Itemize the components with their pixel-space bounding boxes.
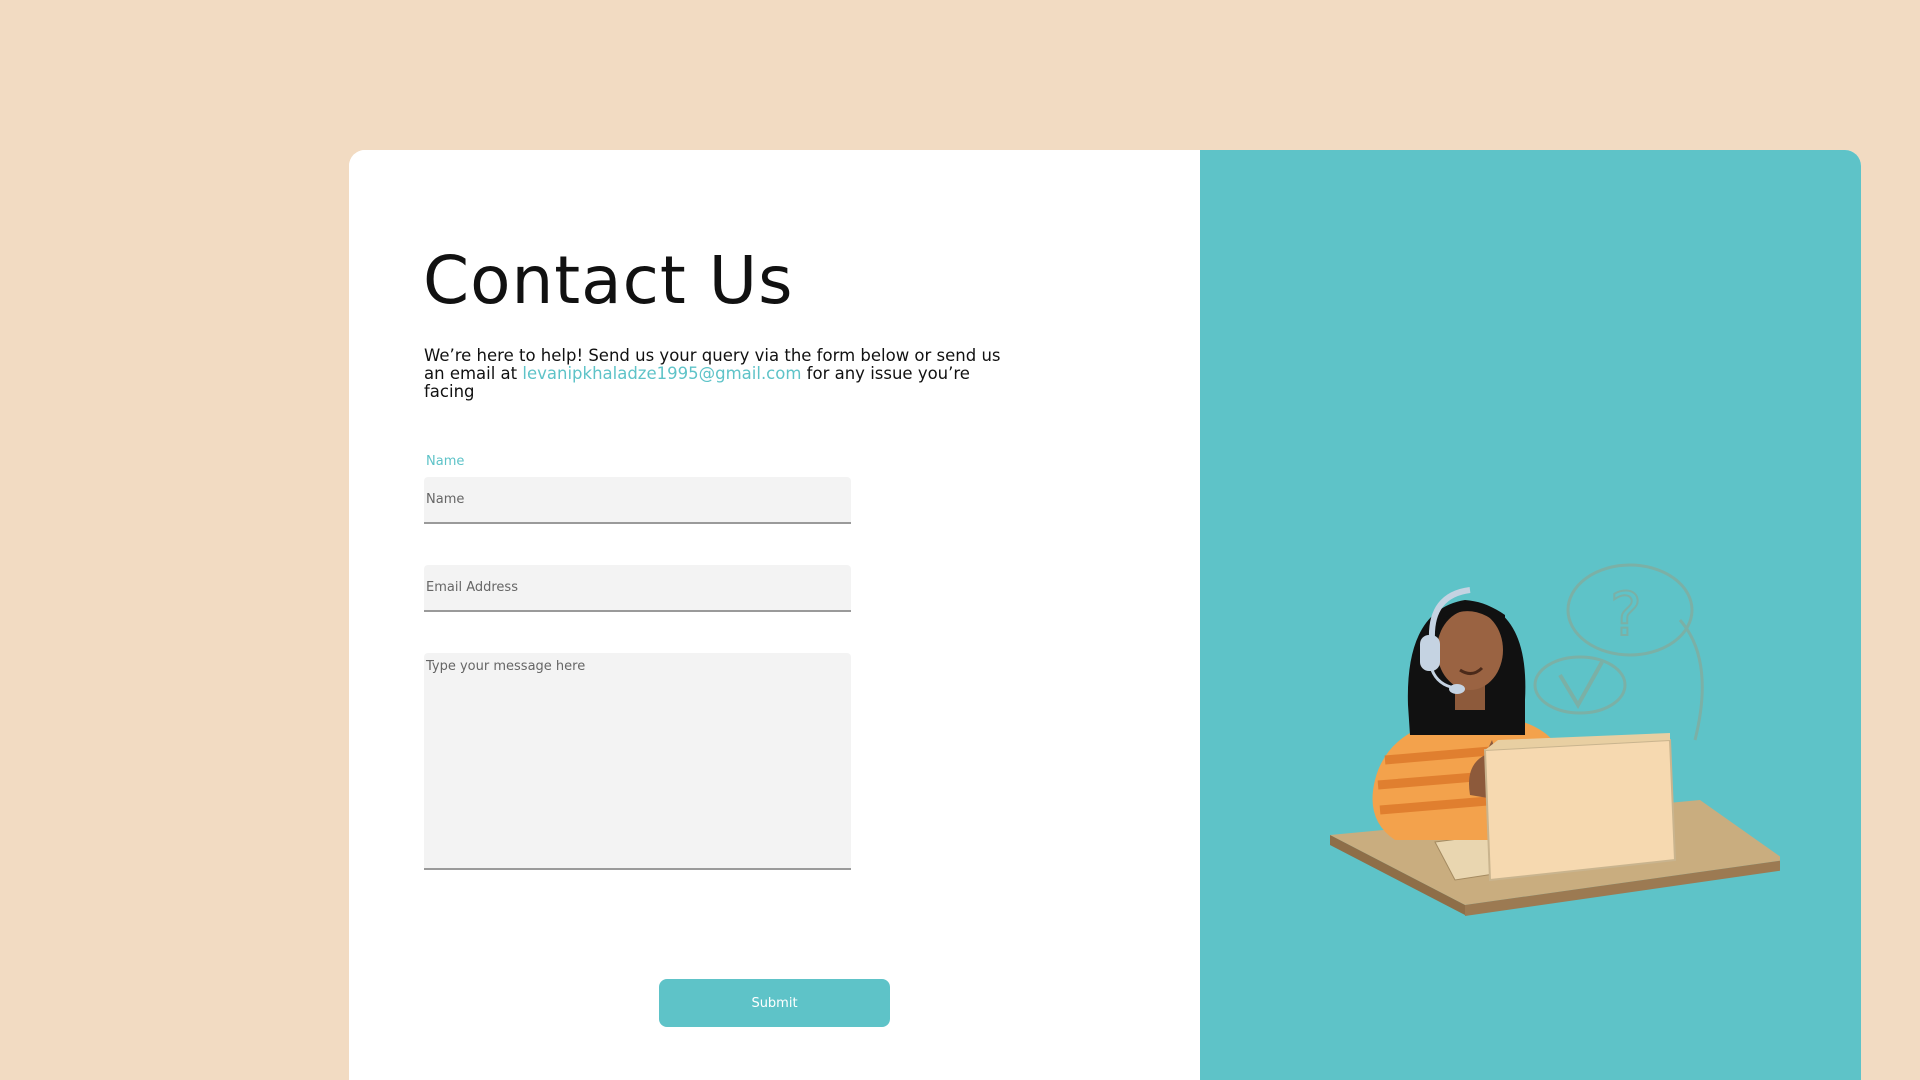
- name-field-label: Name: [426, 454, 465, 469]
- bubble-tail: [1678, 619, 1704, 741]
- question-mark-icon: ?: [1610, 580, 1642, 650]
- email-input[interactable]: [424, 565, 851, 612]
- name-input[interactable]: [424, 477, 851, 524]
- contact-form-panel: Contact Us We’re here to help! Send us y…: [349, 150, 1200, 1080]
- contact-email-link[interactable]: levanipkhaladze1995@gmail.com: [522, 364, 801, 383]
- agent-face: [1437, 610, 1503, 690]
- support-agent-illustration: ?: [1330, 563, 1780, 916]
- intro-text: We’re here to help! Send us your query v…: [424, 347, 1024, 401]
- message-textarea[interactable]: [424, 653, 851, 870]
- page-title: Contact Us: [423, 242, 794, 319]
- headset-mic-icon: [1449, 684, 1465, 694]
- illustration-panel: ?: [1200, 150, 1861, 1080]
- contact-card: Contact Us We’re here to help! Send us y…: [349, 150, 1861, 1080]
- submit-button[interactable]: Submit: [659, 979, 890, 1027]
- check-mark-icon: [1558, 661, 1604, 709]
- laptop-screen: [1483, 738, 1677, 882]
- headset-earcup: [1420, 635, 1440, 671]
